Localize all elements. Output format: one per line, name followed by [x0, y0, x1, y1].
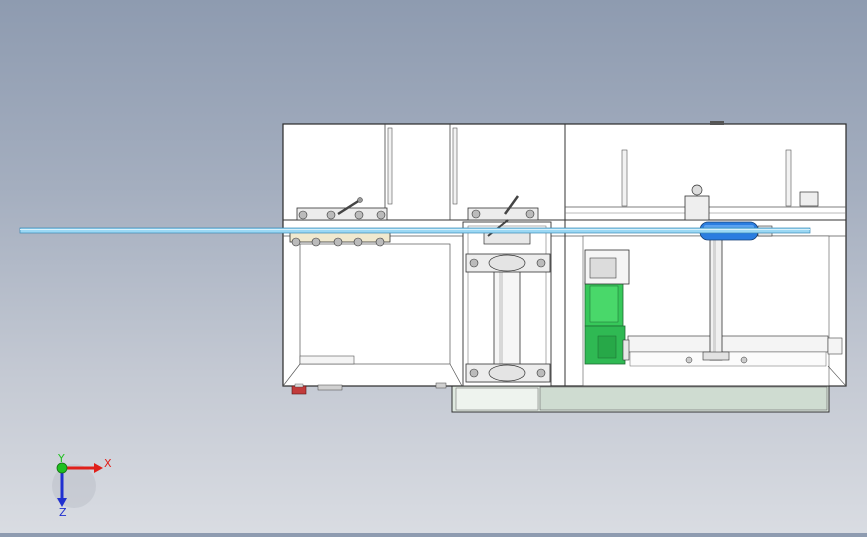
- cad-model-drawing[interactable]: X Y Z: [0, 0, 867, 533]
- triad-y-label: Y: [57, 452, 65, 465]
- triad-x-label: X: [104, 457, 112, 470]
- triad-z-label: Z: [59, 506, 67, 519]
- vertical-shaft: [493, 261, 521, 367]
- cad-viewport[interactable]: X Y Z: [0, 0, 867, 533]
- feed-rod: [19, 227, 811, 234]
- coordinate-triad[interactable]: X Y Z: [52, 452, 112, 519]
- red-fastener: [291, 385, 307, 395]
